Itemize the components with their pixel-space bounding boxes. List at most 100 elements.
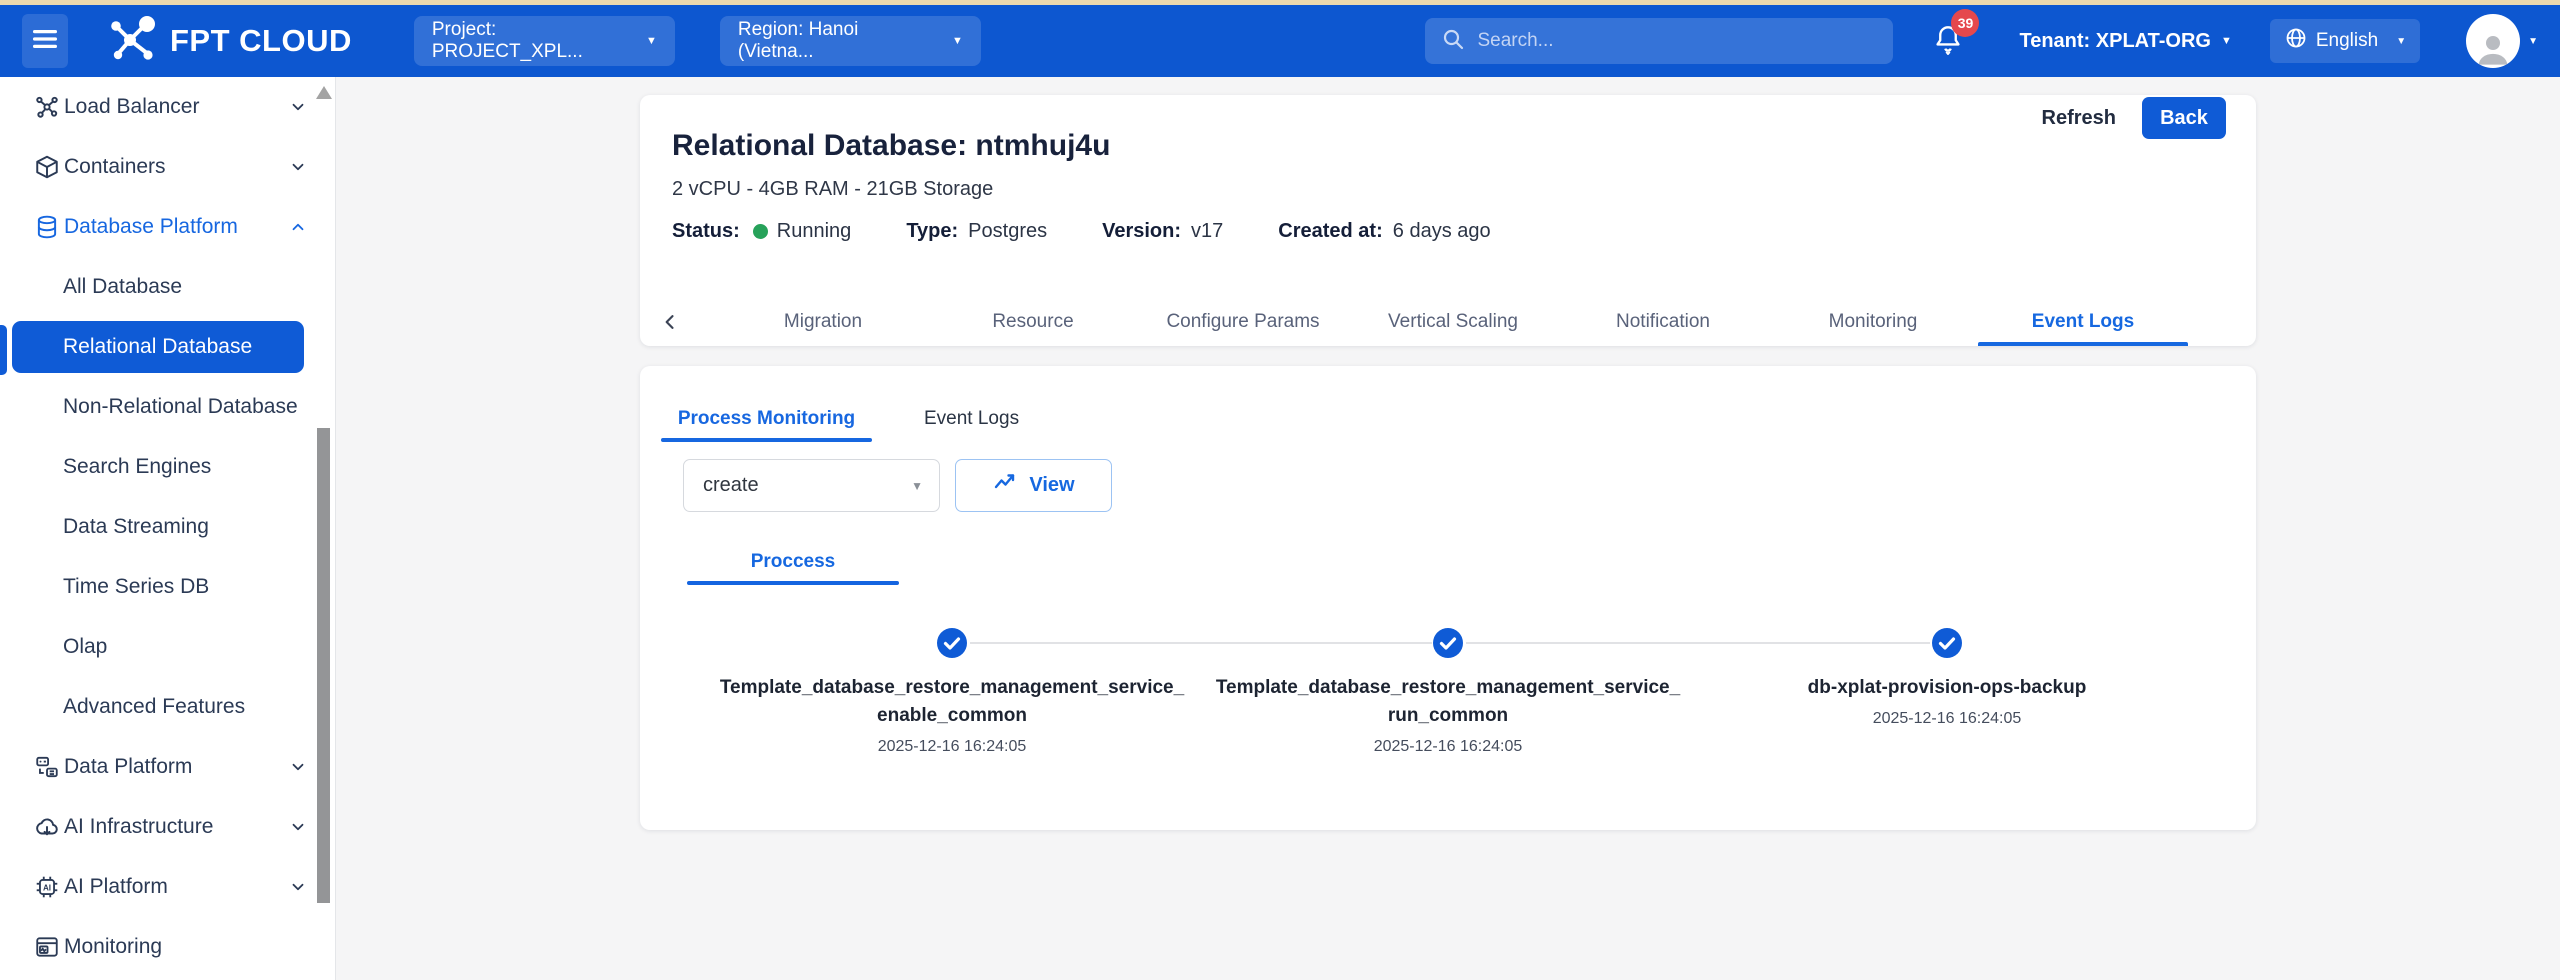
global-search — [1425, 18, 1893, 64]
chevron-down-icon: ▼ — [911, 479, 923, 493]
containers-icon — [33, 154, 60, 181]
tab-event-logs[interactable]: Event Logs — [1978, 298, 2188, 346]
sidebar-item-non-relational-database[interactable]: Non-Relational Database — [0, 377, 335, 437]
sidebar-item-label: All Database — [63, 275, 182, 299]
sidebar-item-search-engines[interactable]: Search Engines — [0, 437, 335, 497]
subtab-event-logs[interactable]: Event Logs — [912, 396, 1031, 442]
sidebar-item-monitoring[interactable]: Monitoring — [0, 917, 335, 977]
status-label: Status: — [672, 220, 740, 243]
process-timeline: Template_database_restore_management_ser… — [640, 618, 2256, 828]
process-tab[interactable]: Proccess — [687, 539, 899, 585]
sidebar-item-ai-infrastructure[interactable]: AI Infrastructure — [0, 797, 335, 857]
language-selector[interactable]: English ▼ — [2270, 19, 2420, 63]
chevron-down-icon — [289, 758, 307, 776]
sidebar-item-data-streaming[interactable]: Data Streaming — [0, 497, 335, 557]
step-timestamp: 2025-12-16 16:24:05 — [692, 738, 1212, 756]
svg-text:AI: AI — [42, 883, 50, 892]
bell-icon — [1933, 42, 1963, 59]
sidebar-item-label: Relational Database — [63, 335, 252, 359]
globe-icon — [2284, 26, 2308, 56]
sidebar-item-time-series-db[interactable]: Time Series DB — [0, 557, 335, 617]
chevron-down-icon: ▼ — [2221, 35, 2232, 47]
sidebar-scroll-up-arrow[interactable] — [316, 86, 332, 99]
sidebar-item-database-platform[interactable]: Database Platform — [0, 197, 335, 257]
step-timestamp: 2025-12-16 16:24:05 — [1687, 710, 2207, 728]
project-selector[interactable]: Project: PROJECT_XPL... ▼ — [414, 16, 675, 66]
sidebar-item-olap[interactable]: Olap — [0, 617, 335, 677]
process-type-select[interactable]: create ▼ — [683, 459, 940, 512]
chevron-down-icon — [289, 158, 307, 176]
subtab-process-monitoring[interactable]: Process Monitoring — [661, 396, 872, 442]
sidebar-item-ai-platform[interactable]: AI AI Platform — [0, 857, 335, 917]
tenant-selector[interactable]: Tenant: XPLAT-ORG ▼ — [2019, 30, 2231, 53]
search-input[interactable] — [1477, 30, 1877, 52]
chevron-down-icon — [289, 818, 307, 836]
sidebar-item-relational-database[interactable]: Relational Database — [12, 321, 304, 373]
user-menu[interactable]: ▼ — [2466, 14, 2538, 68]
step-name: Template_database_restore_management_ser… — [692, 674, 1212, 702]
view-button-label: View — [1029, 474, 1074, 497]
avatar — [2466, 14, 2520, 68]
tab-resource[interactable]: Resource — [928, 298, 1138, 346]
type-label: Type: — [906, 220, 958, 243]
database-meta-row: Status: Running Type: Postgres Version: … — [672, 220, 2226, 243]
step-check-icon — [936, 627, 968, 659]
sidebar-item-label: Database Platform — [64, 215, 238, 239]
chevron-down-icon: ▼ — [646, 35, 657, 47]
sidebar-item-all-database[interactable]: All Database — [0, 257, 335, 317]
logo-text: FPT CLOUD — [170, 23, 352, 59]
sidebar-item-label: Search Engines — [63, 455, 211, 479]
tab-migration[interactable]: Migration — [718, 298, 928, 346]
event-logs-panel: Process Monitoring Event Logs create ▼ V… — [640, 366, 2256, 830]
timeline-step: db-xplat-provision-ops-backup 2025-12-16… — [1687, 674, 2207, 728]
sidebar-item-label: Data Platform — [64, 755, 192, 779]
sidebar-scrollbar[interactable] — [317, 428, 330, 903]
cloud-icon — [33, 814, 60, 841]
tab-vertical-scaling[interactable]: Vertical Scaling — [1348, 298, 1558, 346]
sidebar-item-label: Monitoring — [64, 935, 162, 959]
sidebar-item-label: Load Balancer — [64, 95, 199, 119]
sidebar-item-containers[interactable]: Containers — [0, 137, 335, 197]
panel-controls: create ▼ View — [683, 459, 2256, 512]
tab-monitoring[interactable]: Monitoring — [1768, 298, 1978, 346]
region-selector[interactable]: Region: Hanoi (Vietna... ▼ — [720, 16, 981, 66]
chevron-down-icon — [289, 878, 307, 896]
notification-badge: 39 — [1951, 9, 1979, 37]
process-type-select-value: create — [703, 474, 759, 497]
back-button[interactable]: Back — [2142, 97, 2226, 139]
timeline-connector — [970, 642, 1432, 644]
panel-subtabs: Process Monitoring Event Logs — [661, 366, 2256, 442]
fpt-cloud-logo[interactable]: FPT CLOUD — [108, 16, 352, 67]
refresh-button[interactable]: Refresh — [2042, 107, 2116, 130]
detail-tabs: Migration Resource Configure Params Vert… — [640, 298, 2256, 346]
tabs-scroll-left-button[interactable] — [660, 312, 680, 332]
view-button[interactable]: View — [955, 459, 1112, 512]
app-root: FPT CLOUD Project: PROJECT_XPL... ▼ Regi… — [0, 0, 2560, 980]
sidebar-item-label: AI Infrastructure — [64, 815, 213, 839]
fpt-cloud-logo-icon — [108, 16, 160, 67]
version-label: Version: — [1102, 220, 1181, 243]
timeline-step: Template_database_restore_management_ser… — [692, 674, 1212, 756]
database-specs: 2 vCPU - 4GB RAM - 21GB Storage — [672, 178, 2226, 201]
tab-notification[interactable]: Notification — [1558, 298, 1768, 346]
page-title: Relational Database: ntmhuj4u — [672, 129, 2226, 163]
hamburger-menu-button[interactable] — [22, 14, 68, 68]
region-selector-label: Region: Hanoi (Vietna... — [738, 19, 926, 63]
tab-configure-params[interactable]: Configure Params — [1138, 298, 1348, 346]
chevron-down-icon: ▼ — [2396, 36, 2406, 47]
step-timestamp: 2025-12-16 16:24:05 — [1188, 738, 1708, 756]
database-icon — [33, 214, 60, 241]
hamburger-icon — [31, 27, 59, 56]
sidebar-item-advanced-features[interactable]: Advanced Features — [0, 677, 335, 737]
sidebar-item-data-platform[interactable]: Data Platform — [0, 737, 335, 797]
sidebar-item-label: Time Series DB — [63, 575, 209, 599]
chevron-down-icon — [289, 98, 307, 116]
step-name: Template_database_restore_management_ser… — [1188, 674, 1708, 702]
timeline-connector — [1466, 642, 1930, 644]
sidebar-item-load-balancer[interactable]: Load Balancer — [0, 77, 335, 137]
notifications-button[interactable]: 39 — [1933, 23, 1963, 60]
database-detail-card: Relational Database: ntmhuj4u 2 vCPU - 4… — [640, 95, 2256, 346]
step-check-icon — [1931, 627, 1963, 659]
chevron-up-icon — [289, 218, 307, 236]
chevron-down-icon: ▼ — [2528, 36, 2538, 47]
